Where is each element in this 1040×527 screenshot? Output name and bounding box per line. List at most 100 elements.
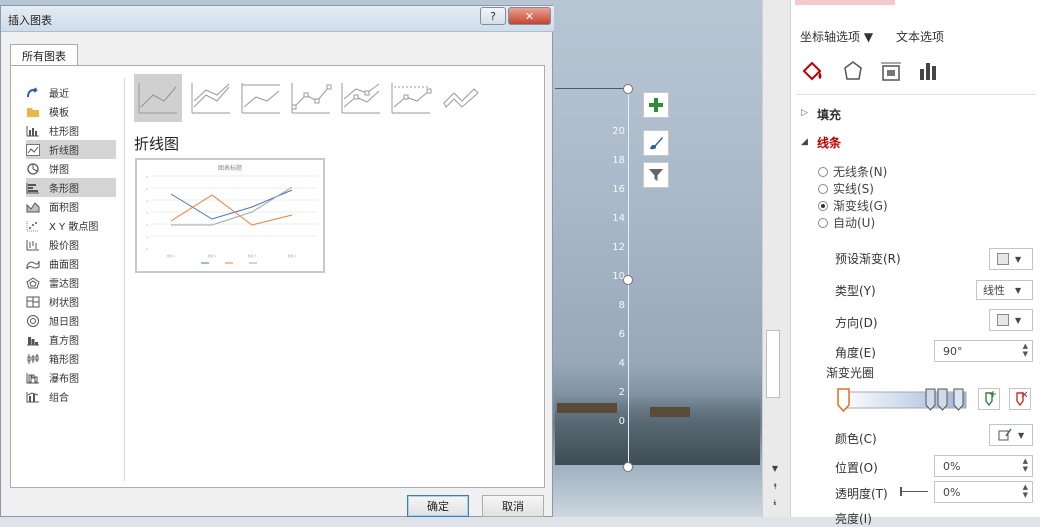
slide-scrollbar[interactable] (762, 0, 790, 517)
subtype-line-markers[interactable] (287, 74, 335, 122)
category-stock[interactable]: 股价图 (26, 235, 116, 254)
subtype-stacked-line-markers[interactable] (337, 74, 385, 122)
chart-filters-button[interactable] (643, 162, 669, 188)
chart-preview[interactable]: 图表标题 6 5 4 3 2 1 0 类别 1 类别 2 类别 3 类别 4 (135, 158, 325, 273)
category-surface[interactable]: 曲面图 (26, 254, 116, 273)
axis-options-icon[interactable] (915, 58, 941, 84)
scroll-down-icon[interactable]: ▼ (764, 462, 786, 476)
chart-styles-button[interactable] (643, 130, 669, 156)
expand-fill-icon[interactable]: ▷ (801, 108, 808, 118)
category-treemap[interactable]: 树状图 (26, 292, 116, 311)
line-markers-subtype-icon (291, 83, 332, 114)
type-dropdown[interactable]: 线性 ▼ (976, 280, 1033, 300)
surface-chart-icon (26, 257, 40, 270)
line-chart-icon (26, 143, 40, 156)
dialog-title: 插入图表 (8, 14, 52, 27)
radio-no-line[interactable]: 无线条(N) (818, 163, 887, 180)
y-tick-label: 12 (612, 242, 625, 253)
subtype-100-stacked-line[interactable] (237, 74, 285, 122)
category-scatter[interactable]: X Y 散点图 (26, 216, 116, 235)
category-area[interactable]: 面积图 (26, 197, 116, 216)
subtype-3d-line[interactable] (437, 74, 485, 122)
chart-elements-button[interactable] (643, 92, 669, 118)
help-button[interactable]: ? (480, 7, 506, 25)
category-pie[interactable]: 饼图 (26, 159, 116, 178)
section-line[interactable]: 线条 (817, 134, 841, 151)
sunburst-chart-icon (26, 314, 40, 327)
category-recent[interactable]: 最近 (26, 83, 116, 102)
box-whisker-chart-icon (26, 352, 40, 365)
category-combo[interactable]: 组合 (26, 387, 116, 406)
preset-gradient-label: 预设渐变(R) (835, 252, 901, 266)
category-sunburst[interactable]: 旭日图 (26, 311, 116, 330)
histogram-chart-icon (26, 333, 40, 346)
preview-chart-svg: 图表标题 6 5 4 3 2 1 0 类别 1 类别 2 类别 3 类别 4 (146, 164, 317, 264)
scrollbar-thumb[interactable] (766, 330, 780, 398)
category-waterfall[interactable]: 瀑布图 (26, 368, 116, 387)
y-tick-label: 14 (612, 213, 625, 224)
collapse-line-icon[interactable]: ◢ (801, 137, 808, 147)
filter-icon (649, 169, 663, 181)
transparency-slider[interactable] (900, 491, 928, 492)
effects-icon[interactable] (840, 58, 866, 84)
ok-button[interactable]: 确定 (407, 495, 469, 517)
category-bar[interactable]: 条形图 (26, 178, 116, 197)
category-divider (124, 78, 125, 481)
line-subtype-icon (138, 83, 177, 114)
pane-divider (796, 94, 1036, 95)
radar-chart-icon (26, 276, 40, 289)
stacked-line-subtype-icon (191, 83, 230, 114)
paintbrush-icon (650, 137, 663, 150)
close-button[interactable]: ✕ (508, 7, 551, 25)
subtype-line[interactable] (134, 74, 182, 122)
svg-text:类别 3: 类别 3 (248, 253, 257, 258)
previous-slide-icon[interactable]: ⯭ (764, 480, 786, 494)
tab-axis-options[interactable]: 坐标轴选项 ▼ (800, 28, 873, 45)
gradient-stops-bar[interactable] (834, 387, 970, 417)
y-tick-label: 10 (612, 271, 625, 282)
dialog-content: 最近 模板 柱形图 折线图 饼图 条形图 面积图 X Y 散点图 股价图 曲面图… (10, 65, 545, 488)
cancel-button[interactable]: 取消 (482, 495, 544, 517)
category-radar[interactable]: 雷达图 (26, 273, 116, 292)
category-template[interactable]: 模板 (26, 102, 116, 121)
category-line[interactable]: 折线图 (26, 140, 116, 159)
y-tick-label: 18 (612, 155, 625, 166)
y-tick-label: 6 (618, 329, 625, 340)
tab-all-charts[interactable]: 所有图表 (10, 44, 78, 66)
svg-text:3: 3 (146, 211, 148, 215)
category-histogram[interactable]: 直方图 (26, 330, 116, 349)
add-gradient-stop-button[interactable] (978, 388, 1000, 410)
fill-line-icon[interactable] (800, 58, 826, 84)
angle-input[interactable]: 90° ▲ ▼ (934, 340, 1033, 362)
color-picker[interactable]: ▼ (989, 424, 1033, 446)
remove-stop-icon (1016, 391, 1027, 407)
tab-text-options[interactable]: 文本选项 (896, 28, 944, 45)
direction-dropdown[interactable]: ▼ (989, 309, 1033, 331)
template-icon (26, 105, 40, 118)
treemap-chart-icon (26, 295, 40, 308)
stacked-line-markers-subtype-icon (341, 83, 380, 114)
svg-text:类别 1: 类别 1 (167, 253, 176, 258)
svg-text:1: 1 (146, 235, 148, 239)
position-input[interactable]: 0% ▲ ▼ (934, 455, 1033, 477)
direction-label: 方向(D) (835, 316, 878, 330)
section-fill[interactable]: 填充 (817, 106, 841, 123)
category-column[interactable]: 柱形图 (26, 121, 116, 140)
subtype-stacked-line[interactable] (187, 74, 235, 122)
category-box-whisker[interactable]: 箱形图 (26, 349, 116, 368)
next-slide-icon[interactable]: ⯯ (764, 496, 786, 510)
remove-gradient-stop-button[interactable] (1009, 388, 1031, 410)
radio-solid-line[interactable]: 实线(S) (818, 180, 874, 197)
transparency-input[interactable]: 0% ▲ ▼ (934, 481, 1033, 503)
radio-automatic[interactable]: 自动(U) (818, 214, 875, 231)
size-properties-icon[interactable] (878, 58, 904, 84)
insert-chart-dialog: 插入图表 ? ✕ 所有图表 最近 模板 柱形图 折线图 饼图 条形图 面积图 X… (0, 5, 554, 517)
radio-gradient-line[interactable]: 渐变线(G) (818, 197, 888, 214)
resize-handle-top[interactable] (623, 84, 633, 94)
transparency-slider-thumb[interactable] (900, 487, 902, 496)
svg-text:6: 6 (146, 175, 148, 179)
svg-text:5: 5 (146, 187, 148, 191)
preset-gradient-dropdown[interactable]: ▼ (989, 248, 1033, 270)
subtype-100-stacked-line-markers[interactable] (387, 74, 435, 122)
resize-handle-bottom[interactable] (623, 462, 633, 472)
